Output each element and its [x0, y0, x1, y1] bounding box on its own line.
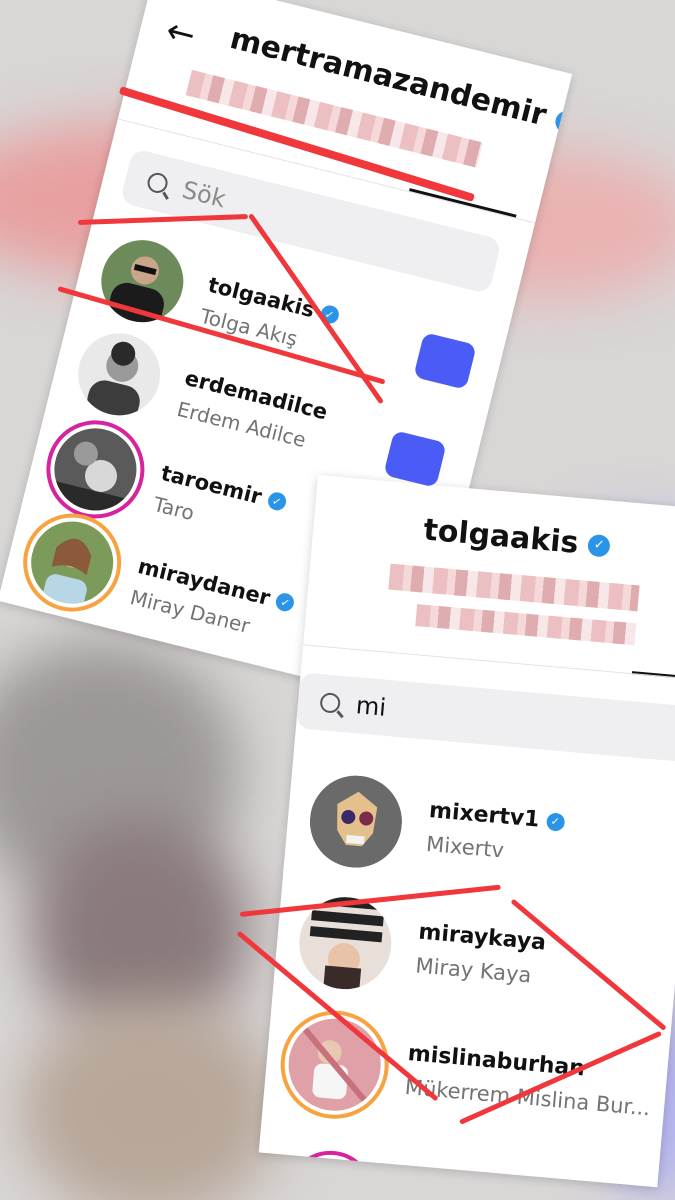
avatar[interactable] [45, 419, 146, 520]
avatar[interactable] [306, 771, 406, 872]
search-bar[interactable]: mi [295, 672, 675, 763]
verified-badge-icon: ✓ [265, 490, 288, 513]
result-full-name: Miray Kaya [414, 953, 533, 988]
profile-title: tolgaakis ✓ [422, 512, 612, 563]
verified-badge-icon: ✓ [587, 533, 612, 558]
back-arrow-icon[interactable]: ← [162, 10, 199, 56]
redacted-stats [415, 604, 637, 646]
result-username: miraykaya [417, 919, 547, 956]
result-full-name: Taro [150, 491, 197, 526]
tab-divider [303, 644, 675, 681]
avatar[interactable] [92, 231, 193, 331]
verified-badge-icon: ✓ [274, 591, 297, 614]
screenshot-card-2: tolgaakis ✓ mi mixertv1 ✓ Mixertv mirayk… [258, 475, 675, 1188]
list-item[interactable]: mixertv1 ✓ Mixertv [284, 764, 675, 894]
search-input[interactable]: mi [355, 691, 387, 722]
avatar[interactable] [69, 324, 169, 425]
result-full-name: Mixertv [425, 831, 505, 863]
avatar[interactable] [284, 1014, 385, 1115]
account-username: tolgaakis [422, 512, 580, 561]
avatar[interactable] [22, 512, 122, 613]
result-username: mixertv1 ✓ [428, 798, 566, 835]
search-icon [145, 170, 170, 196]
search-input[interactable]: Sök [179, 176, 228, 214]
result-full-name: Mükerrem Mislina Bur... [403, 1074, 652, 1121]
verified-badge-icon: ✓ [545, 811, 566, 832]
search-icon [319, 692, 342, 714]
